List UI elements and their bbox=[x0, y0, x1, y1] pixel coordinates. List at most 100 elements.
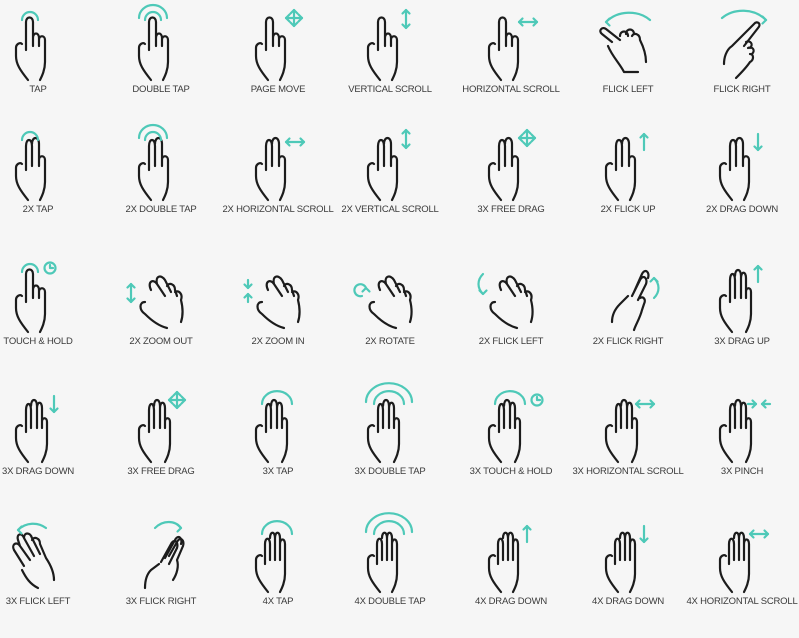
gesture-label: 2X ZOOM OUT bbox=[129, 336, 193, 347]
hand-gesture-icon bbox=[12, 522, 56, 590]
gesture-motion-icon bbox=[477, 272, 488, 296]
gesture-item: 3X DRAG UP bbox=[685, 258, 799, 378]
hand-gesture-icon bbox=[14, 10, 47, 82]
hand-icon bbox=[489, 275, 534, 330]
hand-gesture-icon bbox=[487, 524, 532, 594]
hand-gesture-icon bbox=[720, 9, 768, 80]
gesture-motion-icon bbox=[720, 9, 768, 25]
hand-icon bbox=[604, 398, 639, 464]
gesture-item: 2X ROTATE bbox=[333, 258, 447, 378]
hand-icon bbox=[366, 16, 399, 82]
hand-icon bbox=[14, 136, 47, 202]
hand-gesture-icon bbox=[604, 524, 649, 594]
gesture-icon-grid: TAP DOUBLE TAP PAGE MOVE VERTICAL SCROLL HOR… bbox=[0, 0, 799, 626]
gesture-label: TAP bbox=[29, 84, 47, 95]
gesture-label: 4X DRAG DOWN bbox=[474, 596, 548, 607]
hand-gesture-icon bbox=[599, 11, 652, 74]
hand-icon bbox=[718, 531, 751, 594]
hand-gesture-icon bbox=[137, 123, 170, 202]
hand-gesture-icon bbox=[604, 132, 649, 202]
gesture-label: 2X VERTICAL SCROLL bbox=[341, 204, 439, 215]
gesture-motion-icon bbox=[634, 399, 656, 409]
gesture-label: 4X DOUBLE TAP bbox=[354, 596, 426, 607]
gesture-item: 4X DOUBLE TAP bbox=[333, 512, 447, 638]
gesture-item: 2X HORIZONTAL SCROLL bbox=[221, 126, 335, 246]
hand-gesture-icon bbox=[487, 16, 539, 82]
hand-icon bbox=[487, 136, 520, 202]
hand-icon bbox=[487, 531, 520, 594]
gesture-item: 3X TOUCH & HOLD bbox=[454, 388, 568, 508]
hand-icon bbox=[604, 531, 637, 594]
hand-gesture-icon bbox=[718, 264, 763, 334]
gesture-item: 2X ZOOM OUT bbox=[104, 258, 218, 378]
hand-icon bbox=[718, 136, 751, 202]
gesture-label: 3X PINCH bbox=[720, 466, 764, 477]
hand-icon bbox=[610, 269, 650, 332]
hand-gesture-icon bbox=[718, 398, 772, 464]
gesture-item: FLICK RIGHT bbox=[685, 6, 799, 126]
gesture-label: 2X TAP bbox=[22, 204, 54, 215]
gesture-item: FLICK LEFT bbox=[571, 6, 685, 126]
hand-icon bbox=[256, 275, 301, 330]
gesture-item: VERTICAL SCROLL bbox=[333, 6, 447, 126]
hand-icon bbox=[487, 398, 522, 464]
gesture-label: 3X TOUCH & HOLD bbox=[469, 466, 553, 477]
gesture-label: 2X FLICK LEFT bbox=[478, 336, 544, 347]
hand-icon bbox=[254, 398, 289, 464]
hand-icon bbox=[139, 275, 184, 330]
hand-icon bbox=[366, 136, 399, 202]
gesture-item: 4X DRAG DOWN bbox=[454, 518, 568, 638]
gesture-label: VERTICAL SCROLL bbox=[348, 84, 432, 95]
gesture-motion-icon bbox=[522, 524, 532, 544]
gesture-motion-icon bbox=[20, 10, 40, 22]
hand-icon bbox=[718, 398, 753, 464]
gesture-label: 2X DOUBLE TAP bbox=[125, 204, 197, 215]
gesture-motion-icon bbox=[649, 276, 660, 300]
hand-icon bbox=[604, 136, 637, 202]
gesture-motion-icon bbox=[137, 123, 169, 142]
gesture-motion-icon bbox=[364, 512, 414, 536]
hand-gesture-icon bbox=[477, 272, 534, 330]
gesture-item: HORIZONTAL SCROLL bbox=[454, 6, 568, 126]
gesture-label: 2X ROTATE bbox=[365, 336, 415, 347]
gesture-item: 3X FLICK LEFT bbox=[0, 518, 95, 638]
gesture-label: 2X DRAG DOWN bbox=[705, 204, 779, 215]
hand-icon bbox=[599, 26, 648, 74]
gesture-label: TOUCH & HOLD bbox=[3, 336, 73, 347]
hand-gesture-icon bbox=[366, 128, 411, 202]
gesture-item: 3X DRAG DOWN bbox=[0, 388, 95, 508]
gesture-motion-icon bbox=[748, 529, 770, 539]
hand-gesture-icon bbox=[254, 136, 306, 202]
hand-icon bbox=[722, 21, 761, 80]
gesture-motion-icon bbox=[753, 264, 763, 284]
gesture-motion-icon bbox=[604, 11, 652, 27]
gesture-motion-icon bbox=[401, 8, 411, 30]
gesture-item: 3X FREE DRAG bbox=[454, 126, 568, 246]
gesture-item: PAGE MOVE bbox=[221, 6, 335, 126]
hand-icon bbox=[137, 16, 170, 82]
hand-gesture-icon bbox=[14, 130, 47, 202]
gesture-item: 2X DOUBLE TAP bbox=[104, 123, 218, 246]
hand-gesture-icon bbox=[366, 8, 411, 82]
gesture-motion-icon bbox=[517, 128, 537, 148]
gesture-label: 3X FREE DRAG bbox=[477, 204, 545, 215]
hand-icon bbox=[254, 531, 287, 594]
hand-icon bbox=[366, 531, 399, 594]
gesture-motion-icon bbox=[746, 399, 772, 409]
hand-gesture-icon bbox=[254, 8, 304, 82]
gesture-item: 3X FREE DRAG bbox=[104, 388, 218, 508]
hand-icon bbox=[14, 268, 47, 334]
hand-gesture-icon bbox=[14, 261, 57, 334]
gesture-item: 2X ZOOM IN bbox=[221, 258, 335, 378]
gesture-label: FLICK RIGHT bbox=[713, 84, 771, 95]
hand-icon bbox=[254, 16, 287, 82]
gesture-label: HORIZONTAL SCROLL bbox=[462, 84, 560, 95]
gesture-label: 3X FLICK RIGHT bbox=[125, 596, 197, 607]
gesture-item: 4X HORIZONTAL SCROLL bbox=[685, 518, 799, 638]
gesture-item: TOUCH & HOLD bbox=[0, 258, 95, 378]
hand-gesture-icon bbox=[718, 529, 770, 594]
gesture-label: 3X DOUBLE TAP bbox=[354, 466, 426, 477]
gesture-item: 3X DOUBLE TAP bbox=[333, 382, 447, 508]
gesture-item: 4X DRAG DOWN bbox=[571, 518, 685, 638]
gesture-item: DOUBLE TAP bbox=[104, 3, 218, 126]
